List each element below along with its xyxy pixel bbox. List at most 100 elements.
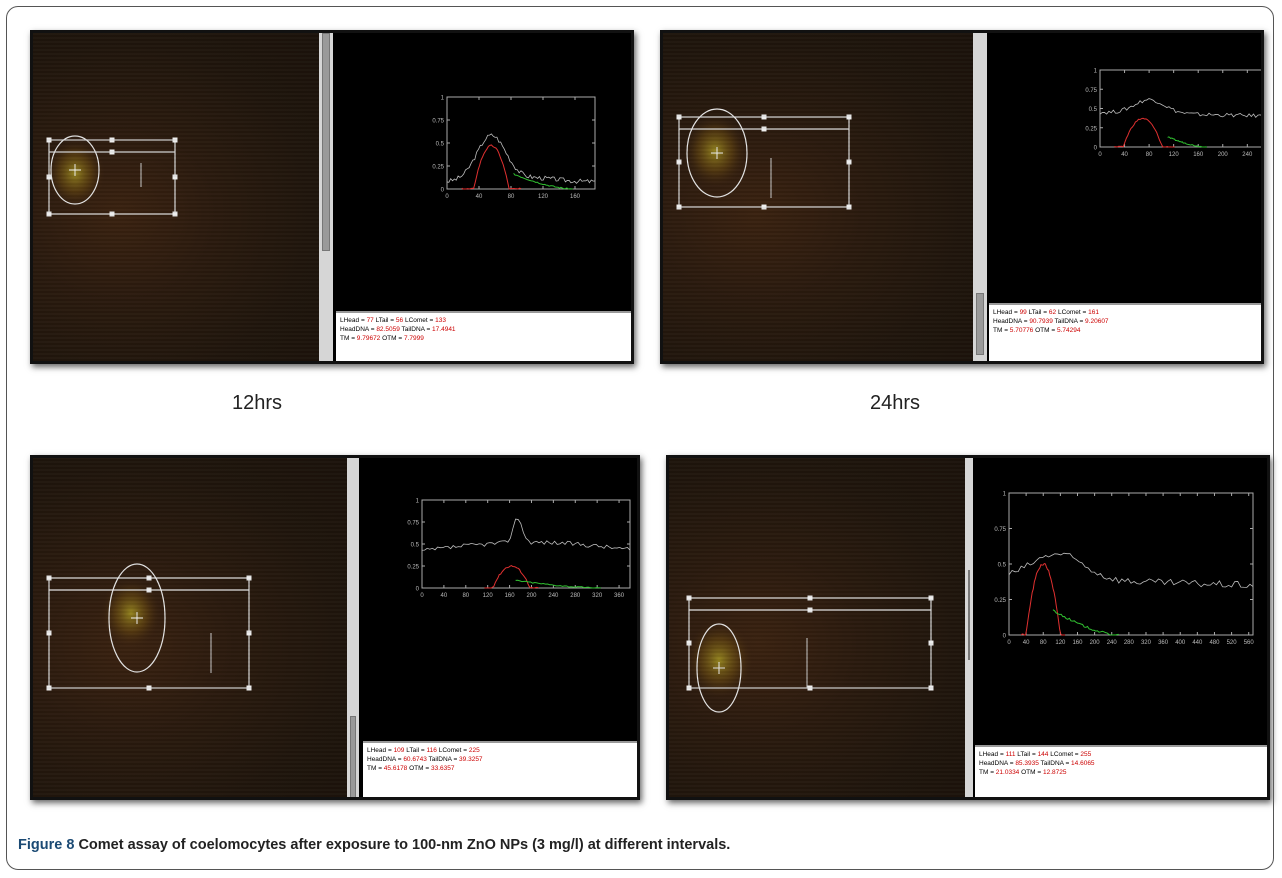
resize-handle[interactable] bbox=[46, 575, 52, 581]
resize-handle[interactable] bbox=[46, 630, 52, 636]
resize-handle[interactable] bbox=[807, 685, 813, 691]
profile-panel: 0 0.25 0.5 0.75 1 0 40 80 120 160 LHead = 77 LTai… bbox=[336, 33, 631, 361]
resize-handle[interactable] bbox=[676, 204, 682, 210]
scrollbar[interactable] bbox=[965, 458, 973, 797]
resize-handle[interactable] bbox=[46, 685, 52, 691]
x-tick-label: 360 bbox=[614, 593, 625, 599]
stat-value-taildna: 39.3257 bbox=[459, 756, 483, 763]
resize-handle[interactable] bbox=[807, 607, 813, 613]
total-intensity-line bbox=[1008, 552, 1254, 588]
chart-plot-area bbox=[446, 96, 596, 190]
selection-box[interactable] bbox=[678, 116, 850, 208]
comet-panel-3: 0 0.25 0.5 0.75 1 0 40 80 120 160 200 240 280 320 360 … bbox=[30, 455, 640, 800]
intensity-profile-chart: 0 0.25 0.5 0.75 1 0 40 80 120 160 bbox=[432, 96, 596, 200]
resize-handle[interactable] bbox=[246, 630, 252, 636]
resize-handle[interactable] bbox=[761, 126, 767, 132]
head-ellipse[interactable] bbox=[696, 623, 742, 713]
stat-value-lhead: 111 bbox=[1005, 751, 1016, 758]
resize-handle[interactable] bbox=[676, 159, 682, 165]
stat-value-headdna: 85.3935 bbox=[1015, 760, 1039, 767]
x-tick-label: 160 bbox=[570, 194, 581, 200]
resize-handle[interactable] bbox=[686, 640, 692, 646]
scrollbar-thumb[interactable] bbox=[976, 293, 984, 355]
y-tick-label: 0.75 bbox=[432, 119, 444, 125]
x-tick-label: 160 bbox=[1193, 152, 1204, 158]
scrollbar[interactable] bbox=[347, 458, 359, 797]
resize-handle[interactable] bbox=[807, 595, 813, 601]
x-tick-label: 240 bbox=[1242, 152, 1253, 158]
comet-head-glow bbox=[101, 578, 161, 648]
resize-handle[interactable] bbox=[46, 211, 52, 217]
microscope-image bbox=[663, 33, 973, 361]
y-tick-label: 0.75 bbox=[1085, 88, 1097, 94]
resize-handle[interactable] bbox=[761, 114, 767, 120]
profile-panel: 0 0.25 0.5 0.75 1 0 40 80 120 160 200 240 LHead = 9… bbox=[989, 33, 1261, 361]
selection-box[interactable] bbox=[48, 139, 176, 215]
resize-handle[interactable] bbox=[146, 587, 152, 593]
total-intensity-line bbox=[421, 518, 631, 551]
stat-label-lcomet: LComet = bbox=[404, 317, 436, 324]
resize-handle[interactable] bbox=[928, 595, 934, 601]
stats-row: HeadDNA = 90.7939 TailDNA = 9.20607 bbox=[993, 317, 1257, 326]
head-ellipse[interactable] bbox=[686, 108, 748, 198]
resize-handle[interactable] bbox=[761, 204, 767, 210]
head-ellipse[interactable] bbox=[50, 135, 100, 205]
chart-plot-area bbox=[1099, 69, 1261, 148]
scrollbar[interactable] bbox=[319, 33, 333, 361]
resize-handle[interactable] bbox=[109, 211, 115, 217]
scrollbar-thumb[interactable] bbox=[968, 570, 970, 660]
resize-handle[interactable] bbox=[928, 640, 934, 646]
stat-label-lcomet: LComet = bbox=[1057, 309, 1089, 316]
resize-handle[interactable] bbox=[172, 174, 178, 180]
y-tick-label: 1 bbox=[441, 96, 445, 102]
stat-value-lhead: 77 bbox=[366, 317, 374, 324]
stat-label-tm: TM = bbox=[993, 327, 1010, 334]
stat-label-headdna: HeadDNA = bbox=[340, 326, 377, 333]
resize-handle[interactable] bbox=[46, 174, 52, 180]
x-tick-label: 0 bbox=[420, 593, 424, 599]
comet-stats: LHead = 111 LTail = 144 LComet = 255 Hea… bbox=[975, 745, 1267, 797]
resize-handle[interactable] bbox=[146, 685, 152, 691]
resize-handle[interactable] bbox=[109, 149, 115, 155]
resize-handle[interactable] bbox=[846, 159, 852, 165]
x-tick-label: 40 bbox=[476, 194, 483, 200]
resize-handle[interactable] bbox=[46, 137, 52, 143]
resize-handle[interactable] bbox=[686, 685, 692, 691]
stat-value-lcomet: 225 bbox=[468, 747, 480, 754]
stat-label-lhead: LHead = bbox=[340, 317, 367, 324]
resize-handle[interactable] bbox=[846, 114, 852, 120]
x-tick-label: 0 bbox=[445, 194, 449, 200]
scrollbar-thumb[interactable] bbox=[350, 716, 356, 797]
resize-handle[interactable] bbox=[172, 211, 178, 217]
resize-handle[interactable] bbox=[172, 137, 178, 143]
resize-handle[interactable] bbox=[246, 575, 252, 581]
scrollbar[interactable] bbox=[973, 33, 987, 361]
x-tick-label: 0 bbox=[1098, 152, 1102, 158]
intensity-profile-chart: 0 0.25 0.5 0.75 1 0 40 80 120 160 200 240 bbox=[1085, 69, 1261, 158]
resize-handle[interactable] bbox=[846, 204, 852, 210]
x-tick-label: 240 bbox=[1107, 640, 1118, 646]
comet-overlay bbox=[676, 108, 852, 210]
y-tick-label: 0 bbox=[441, 188, 445, 194]
resize-handle[interactable] bbox=[146, 575, 152, 581]
x-tick-label: 80 bbox=[1146, 152, 1153, 158]
comet-stats: LHead = 77 LTail = 56 LComet = 133 HeadD… bbox=[336, 311, 631, 361]
stats-row: HeadDNA = 60.6743 TailDNA = 39.3257 bbox=[367, 755, 633, 764]
resize-handle[interactable] bbox=[676, 114, 682, 120]
stat-value-lhead: 109 bbox=[393, 747, 405, 754]
resize-handle[interactable] bbox=[246, 685, 252, 691]
intensity-profile-chart: 0 0.25 0.5 0.75 1 0 40 80 120 160 200 240 280 320 360 4… bbox=[994, 492, 1254, 647]
selection-box[interactable] bbox=[48, 577, 250, 689]
comet-head-glow bbox=[683, 114, 747, 188]
stat-label-tm: TM = bbox=[340, 335, 357, 342]
head-profile-line bbox=[1020, 563, 1066, 636]
resize-handle[interactable] bbox=[686, 595, 692, 601]
resize-handle[interactable] bbox=[109, 137, 115, 143]
head-ellipse[interactable] bbox=[108, 563, 166, 673]
scrollbar-thumb[interactable] bbox=[322, 33, 330, 251]
selection-box[interactable] bbox=[688, 597, 932, 689]
x-tick-label: 80 bbox=[462, 593, 469, 599]
stat-label-lhead: LHead = bbox=[367, 747, 394, 754]
resize-handle[interactable] bbox=[928, 685, 934, 691]
stat-value-tm: 21.0334 bbox=[995, 769, 1020, 776]
